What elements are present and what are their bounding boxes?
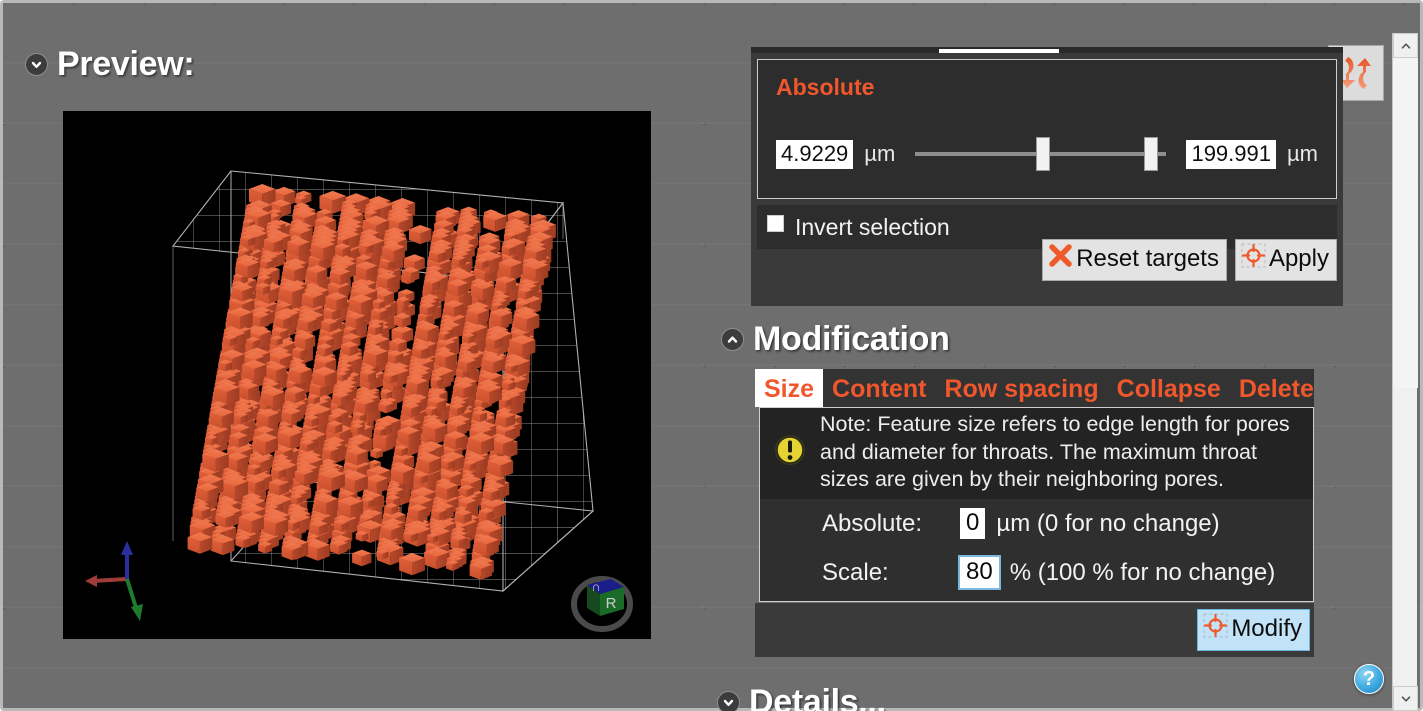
absolute-size-label: Absolute: [822,509,923,537]
vertical-scrollbar[interactable] [1392,33,1418,711]
scrollbar-thumb[interactable] [1393,58,1418,388]
range-row: 4.9229 µm 199.991 µm [758,126,1336,182]
details-section: Details... [717,683,886,711]
chevron-up-icon[interactable] [721,327,744,351]
invert-selection-checkbox[interactable] [767,214,784,232]
scroll-down-button[interactable] [1393,686,1418,711]
chevron-down-icon[interactable] [717,691,740,711]
details-title: Details... [749,683,886,711]
absolute-size-row: Absolute: 0 µm (0 for no change) [760,499,1313,548]
apply-label: Apply [1268,245,1329,272]
scale-label: Scale: [822,558,889,586]
filter-action-buttons: Reset targets Apply [1042,239,1337,281]
svg-text:R: R [606,595,617,612]
absolute-range-group: Absolute 4.9229 µm 199.991 µm [757,59,1337,199]
tab-delete[interactable]: Delete [1230,369,1323,407]
invert-selection-label: Invert selection [795,213,950,240]
range-slider[interactable] [915,134,1167,174]
min-value-input[interactable]: 4.9229 [776,139,854,169]
render-viewport[interactable]: ∩ R [63,111,651,639]
modification-title: Modification [753,319,950,358]
slider-handle-max[interactable] [1143,137,1158,171]
modification-body: Note: Feature size refers to edge length… [759,407,1314,602]
orange-x-icon [1047,242,1074,276]
tab-row-spacing[interactable]: Row spacing [935,369,1107,407]
target-crosshair-icon [1202,612,1229,646]
tab-size[interactable]: Size [755,369,824,407]
tab-content[interactable]: Content [823,369,935,407]
absolute-size-input[interactable]: 0 [960,508,986,539]
axis-orientation-gizmo [85,541,143,621]
filter-panel: Absolute 4.9229 µm 199.991 µm Invert sel… [751,53,1343,306]
absolute-group-label: Absolute [776,74,875,100]
page-title: Preview: [57,44,195,83]
help-button[interactable]: ? [1354,664,1384,694]
application-window: Preview: ∩ R Absolute 4.9229 µm 199.991 … [0,0,1423,711]
modification-section: Modification Size Content Row spacing Co… [717,316,1337,657]
orientation-cube-widget[interactable]: ∩ R [565,571,639,633]
preview-header: Preview: [25,41,685,87]
scroll-up-button[interactable] [1393,33,1418,58]
reset-targets-button[interactable]: Reset targets [1042,239,1227,281]
max-value-input[interactable]: 199.991 [1186,139,1276,169]
min-unit-label: µm [864,141,896,166]
chevron-down-icon[interactable] [25,52,48,76]
modification-tabs: Size Content Row spacing Collapse Delete [755,369,1314,407]
scale-row: Scale: 80 % (100 % for no change) [760,548,1313,597]
modification-header: Modification [717,316,1337,362]
apply-button[interactable]: Apply [1234,239,1337,281]
modify-button[interactable]: Modify [1197,609,1310,651]
scale-suffix: % (100 % for no change) [1009,558,1276,586]
preview-panel: Preview: ∩ R [25,41,685,661]
absolute-size-suffix: µm (0 for no change) [996,509,1220,537]
slider-handle-min[interactable] [1035,137,1050,171]
note-banner: Note: Feature size refers to edge length… [760,408,1313,499]
scale-input[interactable]: 80 [958,555,1001,590]
note-text: Note: Feature size refers to edge length… [820,412,1290,492]
target-crosshair-icon [1240,242,1267,276]
warning-icon [772,432,808,473]
tab-collapse[interactable]: Collapse [1108,369,1230,407]
modification-footer: Modify [755,603,1314,657]
reset-targets-label: Reset targets [1076,245,1219,272]
max-unit-label: µm [1286,141,1318,166]
modify-label: Modify [1231,615,1302,642]
right-panel-column: Absolute 4.9229 µm 199.991 µm Invert sel… [713,33,1343,711]
svg-text:∩: ∩ [591,579,600,594]
